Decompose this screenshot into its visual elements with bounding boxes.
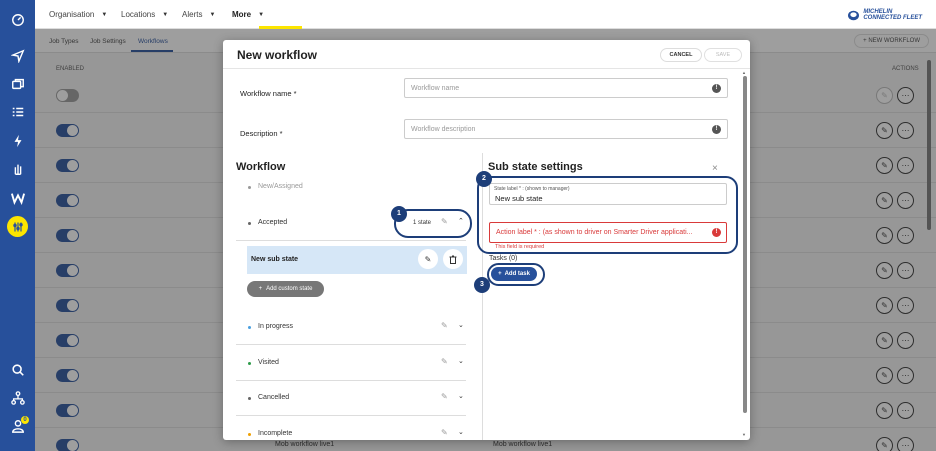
sub-state-label: New sub state	[251, 256, 299, 263]
navigation-icon[interactable]	[0, 46, 35, 66]
nav-organisation[interactable]: Organisation ▼	[49, 10, 107, 19]
sidebar: 0	[0, 0, 35, 451]
edit-substate-button[interactable]: ✎	[418, 249, 438, 269]
messages-icon[interactable]	[0, 74, 35, 94]
modal-scrollbar[interactable]	[743, 76, 747, 413]
chevron-down-icon[interactable]: ⌄	[458, 357, 464, 365]
callout-number-3: 3	[474, 277, 490, 293]
state-row-visited: Visited ✎ ⌄	[236, 346, 466, 381]
state-dot	[248, 186, 251, 189]
workflow-name-input[interactable]: Workflow name !	[404, 78, 728, 98]
lightning-icon[interactable]	[0, 131, 35, 151]
divider	[223, 68, 750, 69]
chevron-down-icon[interactable]: ⌄	[458, 392, 464, 400]
state-dot	[248, 397, 251, 400]
brand-logo: MICHELIN CONNECTED FLEET	[847, 9, 922, 21]
search-icon[interactable]	[0, 360, 35, 380]
state-dot	[248, 362, 251, 365]
caret-down-icon: ▼	[101, 11, 108, 18]
pencil-icon: ✎	[424, 254, 432, 264]
pencil-icon[interactable]: ✎	[441, 428, 448, 437]
state-row-new-assigned: New/Assigned	[236, 170, 466, 205]
input-placeholder: Workflow description	[411, 125, 476, 133]
callout-highlight-2	[477, 176, 738, 254]
user-icon[interactable]	[0, 416, 35, 436]
sub-state-settings-title: Sub state settings	[488, 161, 583, 173]
input-placeholder: Workflow name	[411, 84, 460, 92]
state-dot	[248, 326, 251, 329]
caret-down-icon: ▼	[209, 11, 216, 18]
description-label: Description *	[240, 129, 283, 138]
state-dot	[248, 433, 251, 436]
workflow-settings-icon[interactable]	[7, 216, 28, 237]
callout-number-1: 1	[391, 206, 407, 222]
top-navigation: Organisation ▼ Locations ▼ Alerts ▼ More ▼ M…	[35, 0, 936, 29]
michelin-logo-icon	[848, 10, 860, 20]
nav-label: Organisation	[49, 10, 95, 19]
workflow-name-label: Workflow name *	[240, 89, 297, 98]
state-row-incomplete: Incomplete ✎ ⌄	[236, 417, 466, 440]
add-custom-state-button[interactable]: + Add custom state	[247, 281, 324, 297]
button-label: Add custom state	[266, 286, 313, 292]
tasks-label: Tasks (0)	[489, 255, 518, 262]
state-label: Visited	[258, 359, 279, 366]
callout-number-2: 2	[476, 171, 492, 187]
close-icon[interactable]: ×	[712, 163, 718, 174]
network-icon[interactable]	[0, 388, 35, 408]
state-label: New/Assigned	[258, 183, 303, 190]
modal-title: New workflow	[237, 48, 318, 62]
chevron-down-icon[interactable]: ⌄	[458, 428, 464, 436]
speedometer-icon[interactable]	[0, 10, 35, 30]
new-workflow-modal: New workflow CANCEL SAVE Workflow name *…	[223, 40, 750, 440]
scroll-down-icon[interactable]: ▼	[742, 432, 746, 437]
w-logo-icon[interactable]	[0, 188, 35, 208]
notification-badge: 0	[21, 416, 29, 424]
plus-icon: +	[258, 286, 263, 292]
delete-substate-button[interactable]	[443, 249, 463, 269]
caret-down-icon: ▼	[162, 11, 169, 18]
pencil-icon[interactable]: ✎	[441, 321, 448, 330]
state-label: Incomplete	[258, 430, 293, 437]
brand-line-2: CONNECTED FLEET	[863, 15, 922, 21]
state-label: In progress	[258, 323, 294, 330]
nav-more[interactable]: More ▼	[232, 10, 264, 19]
nav-label: Locations	[121, 10, 156, 19]
state-row-cancelled: Cancelled ✎ ⌄	[236, 381, 466, 416]
save-button[interactable]: SAVE	[704, 48, 742, 62]
callout-highlight-3	[487, 263, 545, 286]
nav-locations[interactable]: Locations ▼	[121, 10, 168, 19]
cancel-button[interactable]: CANCEL	[660, 48, 702, 62]
checklist-icon[interactable]	[0, 102, 35, 122]
nav-label: Alerts	[182, 10, 203, 19]
info-icon: !	[712, 84, 721, 93]
sub-state-row[interactable]: New sub state ✎	[247, 246, 467, 274]
caret-down-icon: ▼	[258, 11, 265, 18]
state-label: Accepted	[258, 219, 288, 226]
info-icon: !	[712, 125, 721, 134]
chevron-down-icon[interactable]: ⌄	[458, 321, 464, 329]
hand-icon[interactable]	[0, 159, 35, 179]
state-label: Cancelled	[258, 394, 290, 401]
state-row-in-progress: In progress ✎ ⌄	[236, 310, 466, 345]
nav-label: More	[232, 10, 252, 19]
nav-alerts[interactable]: Alerts ▼	[182, 10, 215, 19]
state-dot	[248, 222, 251, 225]
scroll-up-icon[interactable]: ▲	[742, 70, 746, 75]
description-input[interactable]: Workflow description !	[404, 119, 728, 139]
pencil-icon[interactable]: ✎	[441, 357, 448, 366]
trash-icon	[449, 255, 457, 264]
pencil-icon[interactable]: ✎	[441, 392, 448, 401]
